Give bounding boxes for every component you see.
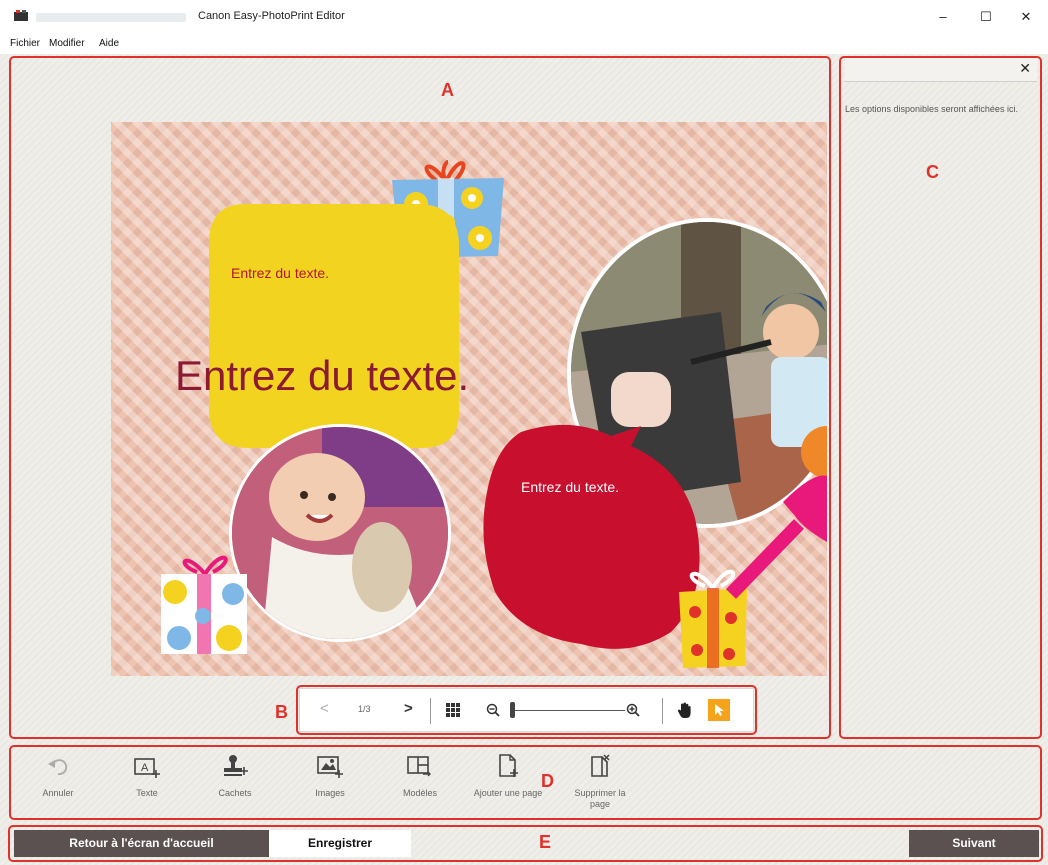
blurred-file-name <box>36 13 186 22</box>
cursor-arrow-icon <box>715 704 724 716</box>
maximize-button[interactable]: ☐ <box>972 6 1000 28</box>
bottom-bar: Retour à l'écran d'accueil Enregistrer S… <box>10 827 1043 860</box>
close-window-button[interactable]: ✕ <box>1012 6 1040 28</box>
region-label-b: B <box>275 702 288 722</box>
svg-text:A: A <box>141 762 149 774</box>
undo-tool[interactable]: Annuler <box>23 754 93 799</box>
hand-tool-icon[interactable] <box>677 702 693 719</box>
tool-label: Texte <box>136 788 158 798</box>
menu-file[interactable]: Fichier <box>10 38 40 49</box>
menu-help[interactable]: Aide <box>99 38 119 49</box>
text-box-small[interactable]: Entrez du texte. <box>231 265 329 281</box>
nav-divider <box>662 698 663 724</box>
region-label-a: A <box>441 80 454 100</box>
tool-label: Ajouter une page <box>473 788 543 798</box>
tool-label: Images <box>315 788 345 798</box>
stamp-icon <box>224 755 248 776</box>
photo-frame-baby[interactable] <box>229 424 451 642</box>
undo-icon <box>48 759 68 775</box>
next-page-button[interactable]: > <box>404 700 413 717</box>
title-bar: Canon Easy-PhotoPrint Editor – ☐ ✕ <box>0 0 1048 36</box>
tool-label: Modèles <box>402 788 438 798</box>
close-panel-button[interactable]: ✕ <box>1019 60 1031 77</box>
layout-icon <box>407 756 431 777</box>
minimize-button[interactable]: – <box>929 6 957 28</box>
next-button[interactable]: Suivant <box>909 830 1039 857</box>
zoom-slider-thumb[interactable] <box>510 702 516 718</box>
delete-page-icon <box>591 754 610 777</box>
add-image-icon <box>317 756 343 778</box>
app-logo-icon <box>14 10 28 21</box>
settings-area-outline <box>839 56 1042 739</box>
page-canvas[interactable]: Entrez du texte. Entrez du texte. Entrez… <box>111 122 827 676</box>
pink-arrow-sticker[interactable] <box>723 412 827 602</box>
add-page-icon <box>499 754 518 777</box>
editor-area: A Entrez du texte. Entrez du texte. Entr… <box>0 54 1048 865</box>
zoom-slider-track[interactable] <box>510 710 625 711</box>
page-navigation-bar: < 1/3 > <box>299 688 754 732</box>
zoom-in-icon[interactable] <box>626 703 640 717</box>
delete-page-tool[interactable]: Supprimer la page <box>565 754 635 810</box>
settings-placeholder-message: Les options disponibles seront affichées… <box>845 104 1018 114</box>
menu-edit[interactable]: Modifier <box>49 38 85 49</box>
region-label-e: E <box>539 832 552 852</box>
text-tool[interactable]: A Texte <box>112 754 182 799</box>
window-title: Canon Easy-PhotoPrint Editor <box>198 10 345 22</box>
page-grid-icon[interactable] <box>446 703 460 717</box>
zoom-out-icon[interactable] <box>486 703 500 717</box>
images-tool[interactable]: Images <box>295 754 365 799</box>
tool-label: Cachets <box>218 788 252 798</box>
nav-divider <box>430 698 431 724</box>
add-text-icon: A <box>134 758 160 778</box>
region-label-c: C <box>926 162 939 182</box>
layouts-tool[interactable]: Modèles <box>385 754 455 799</box>
tool-label: Annuler <box>42 788 74 798</box>
gift-sticker-polka[interactable] <box>157 546 251 656</box>
page-indicator: 1/3 <box>358 704 371 714</box>
save-button[interactable]: Enregistrer <box>269 830 411 857</box>
tool-label: Supprimer la page <box>574 788 626 809</box>
add-page-tool[interactable]: Ajouter une page <box>473 754 543 799</box>
stamps-tool[interactable]: Cachets <box>200 754 270 799</box>
previous-page-button[interactable]: < <box>320 700 329 717</box>
settings-panel-header: ✕ <box>845 58 1037 82</box>
menu-bar: Fichier Modifier Aide <box>0 36 1048 54</box>
text-box-red[interactable]: Entrez du texte. <box>521 479 619 495</box>
select-tool-button[interactable] <box>708 699 730 721</box>
home-screen-button[interactable]: Retour à l'écran d'accueil <box>14 830 269 857</box>
text-box-large[interactable]: Entrez du texte. <box>175 352 469 400</box>
